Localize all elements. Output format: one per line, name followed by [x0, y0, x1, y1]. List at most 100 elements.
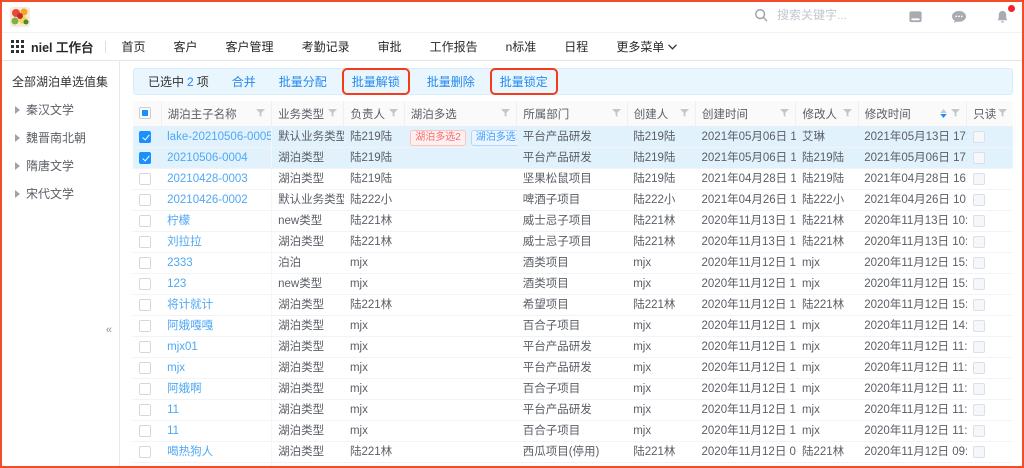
- row-name-link[interactable]: 阿娥啊: [167, 383, 202, 395]
- row-checkbox-cell[interactable]: [133, 211, 161, 232]
- cell-creator: 陆221林: [627, 463, 695, 468]
- toolbar-action-1[interactable]: 合并: [232, 73, 256, 90]
- nav-item-8[interactable]: 日程: [564, 38, 588, 55]
- row-name-link[interactable]: 2333: [167, 257, 193, 269]
- table-row: 20210506-0004湖泊类型陆219陆平台产品研发陆219陆2021年05…: [133, 148, 1013, 169]
- sidebar-item-4[interactable]: 宋代文学: [15, 185, 119, 202]
- row-checkbox[interactable]: [139, 341, 151, 353]
- sidebar-item-2[interactable]: 魏晋南北朝: [15, 129, 119, 146]
- nav-item-6[interactable]: 工作报告: [430, 38, 478, 55]
- nav-item-5[interactable]: 审批: [378, 38, 402, 55]
- row-name-link[interactable]: 11: [167, 425, 179, 437]
- row-checkbox-cell[interactable]: [133, 400, 161, 421]
- row-checkbox-cell[interactable]: [133, 253, 161, 274]
- sidebar-item-1[interactable]: 秦汉文学: [15, 101, 119, 118]
- row-checkbox[interactable]: [139, 152, 151, 164]
- nav-item-4[interactable]: 考勤记录: [302, 38, 350, 55]
- row-checkbox[interactable]: [139, 446, 151, 458]
- row-checkbox[interactable]: [139, 362, 151, 374]
- filter-icon[interactable]: [680, 109, 689, 118]
- select-all-cell[interactable]: [133, 101, 161, 127]
- nav-item-1[interactable]: 首页: [122, 38, 146, 55]
- row-checkbox[interactable]: [139, 278, 151, 290]
- filter-icon[interactable]: [780, 109, 789, 118]
- toolbar-action-3[interactable]: 批量解锁: [342, 68, 410, 95]
- row-checkbox[interactable]: [139, 299, 151, 311]
- filter-icon[interactable]: [501, 109, 510, 118]
- filter-icon[interactable]: [998, 109, 1007, 118]
- sidebar-collapse-handle[interactable]: «: [106, 324, 112, 336]
- search-input[interactable]: [775, 7, 889, 23]
- filter-icon[interactable]: [256, 109, 265, 118]
- row-checkbox[interactable]: [139, 425, 151, 437]
- nav-item-2[interactable]: 客户: [174, 38, 198, 55]
- row-checkbox[interactable]: [139, 257, 151, 269]
- row-checkbox[interactable]: [139, 320, 151, 332]
- row-checkbox-cell[interactable]: [133, 337, 161, 358]
- apps-grid-icon[interactable]: [11, 40, 24, 53]
- row-checkbox[interactable]: [139, 215, 151, 227]
- toolbar-action-4[interactable]: 批量删除: [427, 73, 475, 90]
- calendar-icon[interactable]: [908, 9, 923, 24]
- row-checkbox-cell[interactable]: [133, 169, 161, 190]
- cell-readonly: [967, 169, 1013, 190]
- row-name-link[interactable]: 将计就计: [167, 299, 213, 311]
- filter-icon[interactable]: [328, 109, 337, 118]
- toolbar-action-2[interactable]: 批量分配: [279, 73, 327, 90]
- sort-icon[interactable]: [940, 109, 947, 118]
- row-checkbox-cell[interactable]: [133, 148, 161, 169]
- row-name-link[interactable]: 柠檬: [167, 215, 190, 227]
- nav-item-7[interactable]: n标准: [506, 38, 537, 55]
- row-name-link[interactable]: mjx: [167, 362, 185, 374]
- row-checkbox-cell[interactable]: [133, 379, 161, 400]
- row-checkbox[interactable]: [139, 404, 151, 416]
- cell-modifier: 陆221林: [796, 232, 858, 253]
- readonly-checkbox: [973, 299, 985, 311]
- row-checkbox-cell[interactable]: [133, 442, 161, 463]
- global-search[interactable]: [754, 7, 889, 23]
- row-name-link[interactable]: 123: [167, 278, 186, 290]
- filter-icon[interactable]: [951, 109, 960, 118]
- row-checkbox-cell[interactable]: [133, 421, 161, 442]
- cell-type: 湖泊类型: [272, 295, 344, 316]
- row-name-link[interactable]: mjx01: [167, 341, 198, 353]
- bell-icon[interactable]: [995, 9, 1010, 24]
- chat-icon[interactable]: [951, 10, 967, 24]
- readonly-checkbox: [973, 215, 985, 227]
- row-checkbox[interactable]: [139, 383, 151, 395]
- cell-modified: 2020年11月13日 10:30: [858, 232, 966, 253]
- row-name-link[interactable]: 11: [167, 404, 179, 416]
- cell-creator: mjx: [627, 337, 695, 358]
- cell-readonly: [967, 337, 1013, 358]
- row-name-link[interactable]: 20210506-0004: [167, 152, 248, 164]
- app-logo[interactable]: [10, 7, 30, 27]
- filter-icon[interactable]: [389, 109, 398, 118]
- select-all-checkbox[interactable]: [139, 107, 151, 119]
- row-name-link[interactable]: 阿娥嘎嘎: [167, 320, 213, 332]
- filter-icon[interactable]: [612, 109, 621, 118]
- row-checkbox-cell[interactable]: [133, 232, 161, 253]
- row-checkbox[interactable]: [139, 131, 151, 143]
- sidebar-item-3[interactable]: 隋唐文学: [15, 157, 119, 174]
- row-checkbox-cell[interactable]: [133, 274, 161, 295]
- nav-item-3[interactable]: 客户管理: [226, 38, 274, 55]
- toolbar-action-5[interactable]: 批量锁定: [490, 68, 558, 95]
- row-name-link[interactable]: lake-20210506-0005: [167, 131, 272, 143]
- row-checkbox[interactable]: [139, 236, 151, 248]
- row-checkbox-cell[interactable]: [133, 463, 161, 468]
- row-name-link[interactable]: 喝热狗人: [167, 446, 213, 458]
- row-checkbox-cell[interactable]: [133, 358, 161, 379]
- nav-more-menu[interactable]: 更多菜单: [616, 38, 677, 55]
- row-checkbox-cell[interactable]: [133, 295, 161, 316]
- row-checkbox-cell[interactable]: [133, 127, 161, 148]
- cell-modified: 2020年11月12日 11:16: [858, 379, 966, 400]
- row-checkbox[interactable]: [139, 194, 151, 206]
- row-checkbox[interactable]: [139, 173, 151, 185]
- row-name-link[interactable]: 20210426-0002: [167, 194, 248, 206]
- row-name-link[interactable]: 刘拉拉: [167, 236, 202, 248]
- filter-icon[interactable]: [843, 109, 852, 118]
- row-checkbox-cell[interactable]: [133, 316, 161, 337]
- row-name-link[interactable]: 20210428-0003: [167, 173, 248, 185]
- cell-type: 湖泊类型: [272, 463, 344, 468]
- row-checkbox-cell[interactable]: [133, 190, 161, 211]
